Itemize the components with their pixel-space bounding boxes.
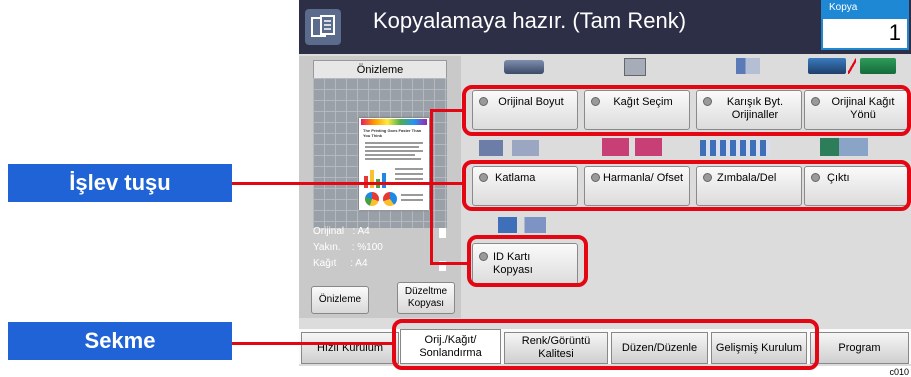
doc-text-line — [365, 158, 421, 160]
tab-quick-setup[interactable]: Hızlı Kurulum — [301, 332, 399, 364]
preview-pane: Önizleme The Printing Goes Faster Than Y… — [299, 56, 461, 318]
function-row-highlight — [462, 160, 911, 211]
doc-text-line — [365, 146, 419, 148]
status-title: Kopyalamaya hazır. (Tam Renk) — [373, 8, 687, 33]
doc-text-line — [401, 199, 423, 201]
tab-callout-text: Sekme — [84, 328, 156, 353]
portrait-icon — [439, 228, 446, 238]
doc-text-line — [401, 194, 423, 196]
copies-field[interactable]: Kopya 1 — [821, 0, 909, 50]
fold-icon — [479, 140, 539, 156]
doc-pie-graphic — [365, 192, 379, 206]
paper-info: Kağıt : A4 — [313, 258, 368, 269]
figure-code: c010 — [889, 367, 909, 377]
status-bar: Kopyalamaya hazır. (Tam Renk) Kopya 1 — [299, 0, 911, 54]
doc-text-line — [395, 178, 423, 180]
function-key-leader — [430, 109, 433, 265]
doc-text-line — [395, 173, 423, 175]
function-row-highlight — [462, 85, 911, 136]
function-key-callout: İşlev tuşu — [8, 164, 232, 202]
paper-tray-icon — [624, 58, 646, 76]
preview-area: The Printing Goes Faster Than You Think — [313, 78, 447, 228]
color-strip — [361, 119, 427, 125]
tab-leader — [232, 342, 394, 345]
doc-text-line — [395, 168, 423, 170]
copies-value: 1 — [888, 20, 901, 45]
copy-mode-icon — [305, 9, 341, 45]
function-key-leader — [430, 262, 469, 265]
tab-program[interactable]: Program — [810, 332, 909, 364]
original-size-info: Orijinal : A4 — [313, 226, 370, 237]
edit-copy-button[interactable]: Düzeltme Kopyası — [397, 282, 455, 314]
doc-text-line — [365, 154, 415, 156]
output-icon — [820, 138, 868, 156]
doc-text-line — [365, 150, 423, 152]
id-card-icon — [498, 217, 546, 233]
orientation-icon — [808, 58, 898, 74]
tab-highlight — [392, 319, 819, 370]
preview-document-thumbnail: The Printing Goes Faster Than You Think — [359, 118, 429, 210]
original-size-icon — [504, 60, 544, 74]
copies-label: Kopya — [823, 2, 907, 19]
function-row-highlight — [467, 235, 588, 287]
function-key-callout-text: İşlev tuşu — [69, 170, 171, 195]
doc-pie-graphic — [383, 192, 397, 206]
staple-punch-icon — [700, 140, 770, 156]
preview-button[interactable]: Önizleme — [311, 286, 369, 314]
doc-heading: The Printing Goes Faster Than You Think — [363, 128, 422, 138]
zoom-info: Yakın. : %100 — [313, 242, 383, 253]
preview-header: Önizleme — [313, 60, 447, 80]
tab-callout: Sekme — [8, 322, 232, 360]
doc-text-line — [365, 142, 423, 144]
function-key-leader — [430, 109, 464, 112]
collate-offset-icon — [602, 138, 662, 156]
mixed-originals-icon — [736, 58, 760, 74]
